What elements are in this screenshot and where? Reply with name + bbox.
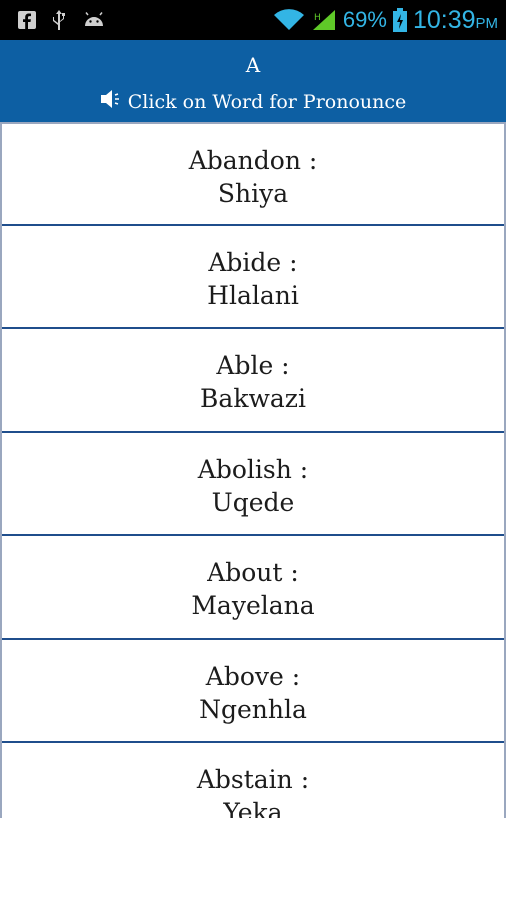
pronounce-hint-label: Click on Word for Pronounce	[127, 90, 407, 113]
word-item-abolish[interactable]: Abolish : Uqede	[2, 433, 504, 536]
speaker-icon	[100, 88, 126, 115]
android-icon	[82, 12, 106, 28]
english-word: Abandon :	[188, 146, 318, 175]
translation: Yeka	[223, 798, 283, 818]
translation: Shiya	[217, 179, 289, 208]
translation: Hlalani	[207, 280, 299, 310]
english-word: Abstain :	[196, 765, 310, 794]
wifi-icon	[273, 8, 305, 32]
english-word: Able :	[216, 351, 290, 380]
translation: Mayelana	[191, 591, 315, 620]
english-word: About :	[207, 558, 299, 587]
word-item-about[interactable]: About : Mayelana	[2, 536, 504, 640]
facebook-icon	[18, 11, 36, 29]
svg-text:H: H	[314, 13, 321, 23]
word-item-abide[interactable]: Abide : Hlalani	[2, 226, 504, 329]
usb-icon	[52, 10, 66, 30]
clock: 10:39PM	[412, 5, 498, 34]
word-list[interactable]: Abandon : Shiya Abide : Hlalani Able : B…	[0, 122, 506, 818]
app-header: A Click on Word for Pronounce	[0, 40, 506, 122]
translation: Ngenhla	[199, 694, 307, 724]
english-word: Abide :	[208, 247, 298, 277]
signal-icon: H	[311, 8, 337, 32]
word-item-able[interactable]: Able : Bakwazi	[2, 329, 504, 433]
letter-title: A	[245, 53, 261, 77]
translation: Bakwazi	[200, 384, 306, 413]
pronounce-hint: Click on Word for Pronounce	[0, 88, 506, 115]
word-item-above[interactable]: Above : Ngenhla	[2, 640, 504, 743]
word-item-abandon[interactable]: Abandon : Shiya	[2, 122, 504, 226]
english-word: Abolish :	[197, 454, 309, 484]
battery-icon	[392, 8, 407, 32]
translation: Uqede	[211, 487, 295, 517]
battery-percent: 69%	[342, 7, 387, 32]
english-word: Above :	[205, 661, 301, 691]
word-item-abstain[interactable]: Abstain : Yeka	[2, 743, 504, 818]
status-bar: H 69% 10:39PM	[0, 0, 506, 40]
